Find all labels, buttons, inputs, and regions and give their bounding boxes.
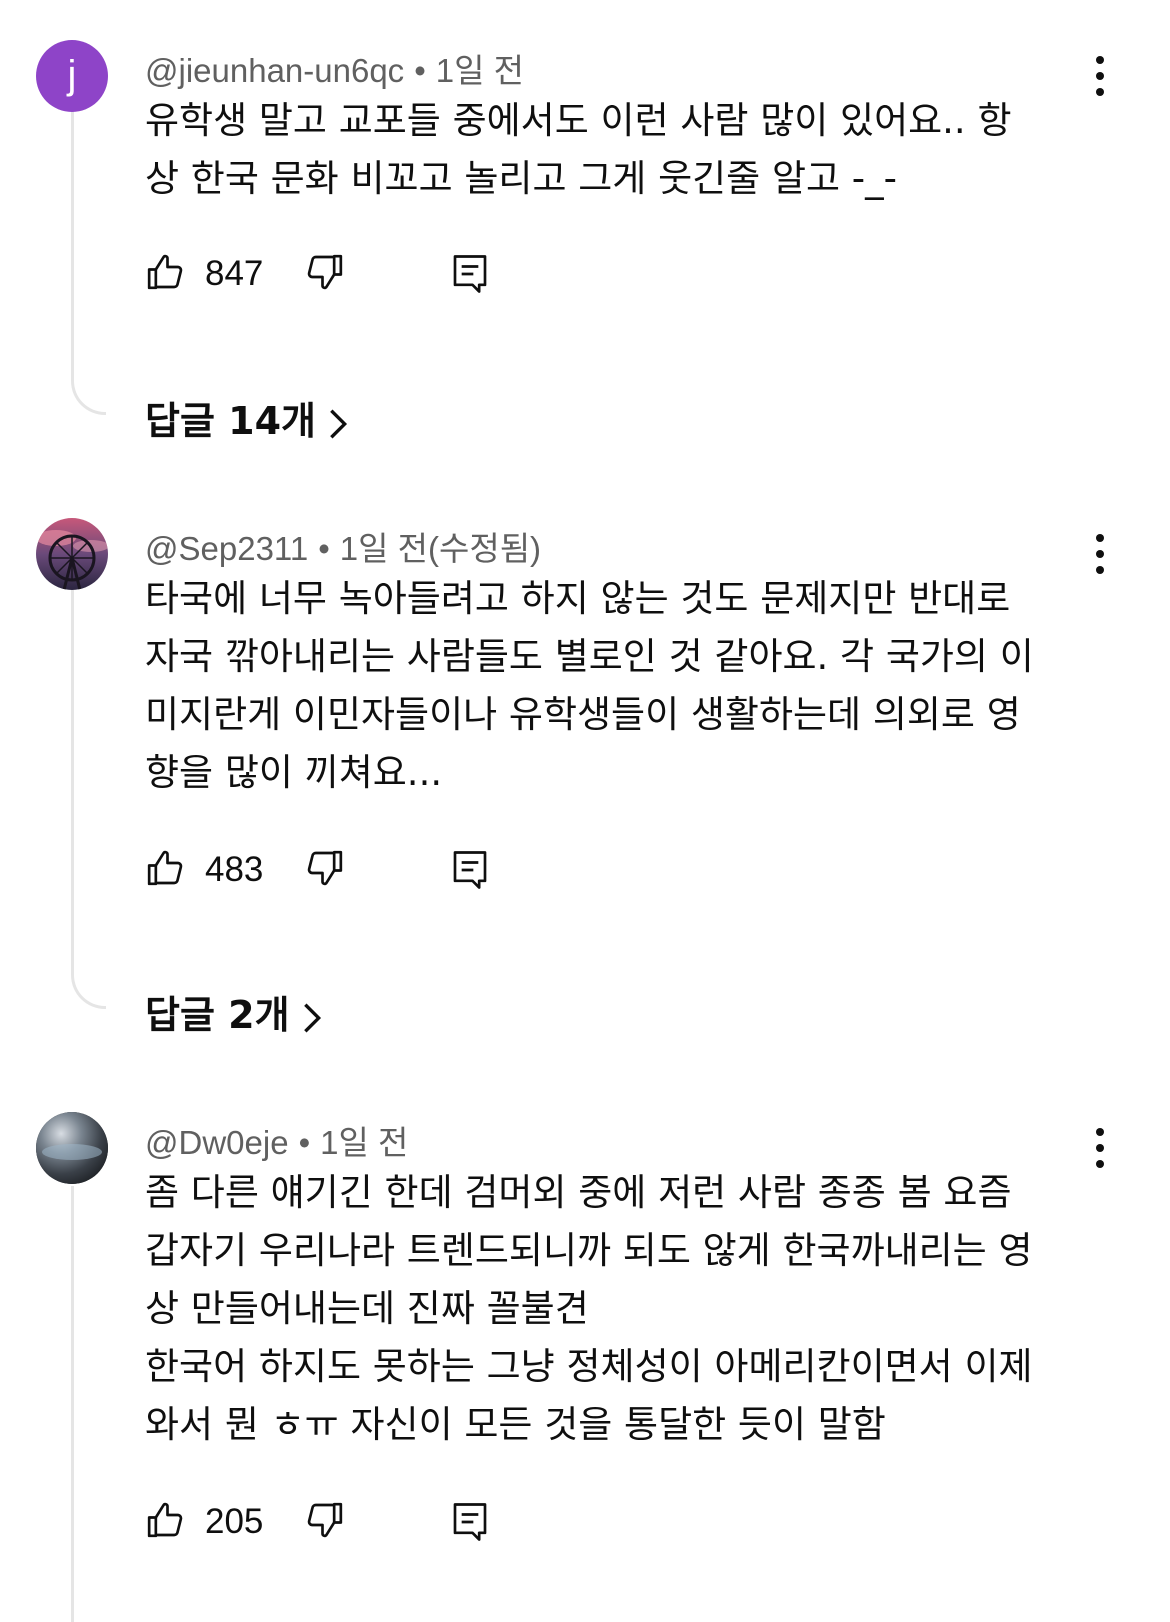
avatar[interactable]: j [36, 40, 108, 112]
view-replies-button[interactable]: 답글 2개 [145, 984, 322, 1039]
like-count: 205 [205, 1502, 264, 1541]
like-count: 483 [205, 850, 264, 889]
dislike-icon[interactable] [305, 848, 345, 888]
like-icon[interactable] [145, 848, 185, 888]
like-count: 847 [205, 254, 264, 293]
chevron-right-icon [303, 1002, 321, 1033]
thread-line [71, 110, 106, 415]
comment-meta: @Sep2311 • 1일 전(수정됨) [145, 522, 541, 570]
comment-text: 유학생 말고 교포들 중에서도 이런 사람 많이 있어요.. 항 상 한국 문화… [145, 99, 1012, 200]
comment-meta: @Dw0eje • 1일 전 [145, 1116, 408, 1164]
thread-line [71, 590, 106, 1009]
ferris-wheel-avatar-image [36, 518, 108, 590]
separator-dot: • [414, 52, 426, 89]
separator-dot: • [298, 1124, 311, 1161]
comment-time[interactable]: 1일 전 [320, 1124, 408, 1161]
dislike-icon[interactable] [305, 1500, 345, 1540]
reply-icon[interactable] [450, 252, 490, 296]
avatar[interactable] [36, 518, 108, 590]
comment-text: 타국에 너무 녹아들려고 하지 않는 것도 문제지만 반대로 자국 깎아내리는 … [145, 577, 1034, 794]
avatar[interactable] [36, 1112, 108, 1184]
more-options-icon[interactable] [1085, 56, 1115, 96]
comment-meta: @jieunhan-un6qc • 1일 전 [145, 44, 524, 92]
reply-icon[interactable] [450, 848, 490, 892]
comment-author[interactable]: @jieunhan-un6qc [145, 52, 404, 89]
comment-time[interactable]: 1일 전 [436, 52, 524, 89]
comment-time[interactable]: 1일 전(수정됨) [340, 530, 541, 567]
comment-text: 좀 다른 얘기긴 한데 검머외 중에 저런 사람 종종 봄 요즘 갑자기 우리나… [145, 1171, 1033, 1446]
replies-label: 답글 2개 [145, 993, 290, 1037]
like-icon[interactable] [145, 252, 185, 292]
comment-author[interactable]: @Dw0eje [145, 1124, 289, 1161]
comment-author[interactable]: @Sep2311 [145, 530, 308, 567]
like-icon[interactable] [145, 1500, 185, 1540]
replies-label: 답글 14개 [145, 399, 316, 443]
metallic-sphere-avatar-image [36, 1112, 108, 1184]
view-replies-button[interactable]: 답글 14개 [145, 390, 348, 445]
dislike-icon[interactable] [305, 252, 345, 292]
more-options-icon[interactable] [1085, 1128, 1115, 1168]
chevron-right-icon [330, 408, 348, 439]
thread-line [71, 1186, 106, 1622]
reply-icon[interactable] [450, 1500, 490, 1544]
more-options-icon[interactable] [1085, 534, 1115, 574]
separator-dot: • [318, 530, 330, 567]
